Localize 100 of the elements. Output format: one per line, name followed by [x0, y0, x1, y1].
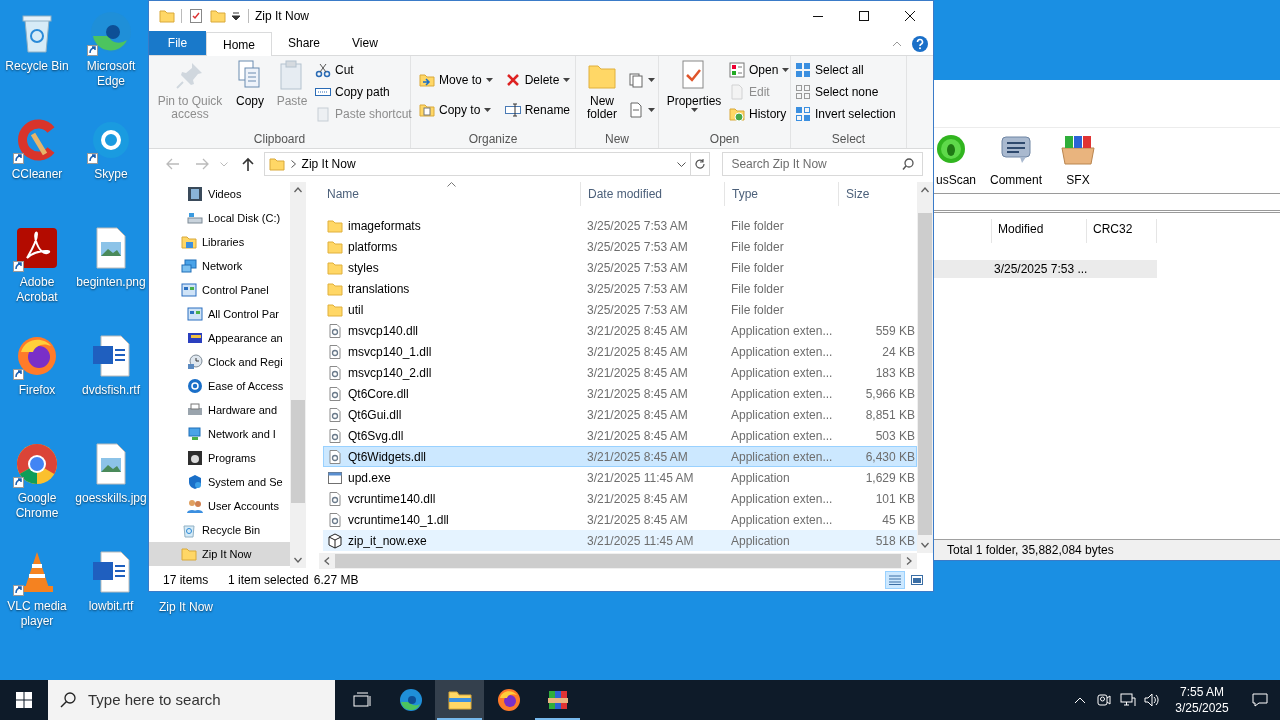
file-row[interactable]: imageformats 3/25/2025 7:53 AM File folder [323, 215, 917, 236]
nav-item[interactable]: Clock and Regi [149, 350, 290, 374]
nav-item[interactable]: Control Panel [149, 278, 290, 302]
column-header[interactable]: Name [319, 182, 581, 206]
file-row[interactable]: Qt6Gui.dll 3/21/2025 8:45 AM Application exten... 8,851 KB [323, 404, 917, 425]
ribbon-button[interactable]: Properties [663, 59, 725, 112]
table-cell-text: 3/21/2025 8:45 AM [586, 364, 689, 382]
file-row[interactable]: msvcp140_2.dll 3/21/2025 8:45 AM Application exten... 183 KB [323, 362, 917, 383]
file-row[interactable]: upd.exe 3/21/2025 11:45 AM Application 1,629 KB [323, 467, 917, 488]
film-icon [187, 186, 203, 202]
ribbon-button[interactable]: Move to [419, 68, 493, 91]
toolbar-button[interactable]: Comment [992, 134, 1040, 189]
file-name: util [348, 301, 364, 319]
nav-item[interactable]: Hardware and [149, 398, 290, 422]
nav-item[interactable]: All Control Par [149, 302, 290, 326]
column-header[interactable]: Type [725, 182, 839, 206]
breadcrumb-link[interactable]: Zip It Now [301, 155, 671, 173]
nav-item[interactable]: Network and I [149, 422, 290, 446]
nav-item[interactable]: Appearance an [149, 326, 290, 350]
ribbon-button[interactable]: Copy path [315, 81, 412, 103]
nav-item[interactable]: Zip It Now [149, 542, 290, 566]
file-row[interactable]: styles 3/25/2025 7:53 AM File folder [323, 257, 917, 278]
ribbon-button[interactable]: New folder [580, 59, 624, 121]
ribbon-button[interactable]: Select none [795, 81, 896, 103]
details-view-button[interactable] [885, 571, 905, 589]
scrollbar[interactable] [319, 553, 917, 569]
gear-file-icon [327, 448, 343, 465]
status-text: 6.27 MB [313, 572, 360, 589]
table-cell-text: Application exten... [730, 511, 834, 529]
file-name: vcruntime140.dll [348, 490, 436, 508]
ribbon-button[interactable]: Select all [795, 59, 896, 81]
address-bar[interactable]: Zip It Now [263, 152, 691, 176]
table-cell-text: Application exten... [730, 385, 834, 403]
file-name: msvcp140_1.dll [348, 343, 432, 361]
clock-button[interactable]: 7:55 AM 3/25/2025 [1164, 684, 1240, 716]
icon-label: Adobe Acrobat [15, 275, 59, 305]
scrollbar-thumb[interactable] [335, 554, 901, 568]
file-name: Qt6Widgets.dll [348, 448, 427, 466]
clock-icon [729, 106, 745, 122]
file-row[interactable]: util 3/25/2025 7:53 AM File folder [323, 299, 917, 320]
column-header[interactable]: Modified [992, 219, 1087, 243]
ribbon-button[interactable]: History [729, 103, 790, 125]
ribbon-button[interactable]: Rename [504, 98, 571, 121]
nav-item[interactable]: User Accounts [149, 494, 290, 518]
toolbar-button[interactable]: SFX [1054, 134, 1102, 189]
file-row[interactable]: zip_it_now.exe 3/21/2025 11:45 AM Application 518 KB [323, 530, 917, 551]
ribbon-tab[interactable]: Share [272, 31, 337, 55]
file-row[interactable]: 3/25/2025 7:53 ... [934, 260, 1157, 278]
file-row[interactable]: vcruntime140.dll 3/21/2025 8:45 AM Application exten... 101 KB [323, 488, 917, 509]
table-cell-text: 3/21/2025 8:45 AM [586, 448, 689, 466]
file-row[interactable]: translations 3/25/2025 7:53 AM File folder [323, 278, 917, 299]
toolbar-button[interactable]: usScan [934, 134, 978, 189]
nav-item[interactable]: Libraries [149, 230, 290, 254]
search-field[interactable]: Type here to search [48, 680, 335, 720]
folder-icon [327, 238, 343, 255]
nav-item[interactable]: Programs [149, 446, 290, 470]
ribbon-button[interactable]: Copy [231, 59, 269, 108]
nav-item[interactable]: Recycle Bin [149, 518, 290, 542]
scrollbar[interactable] [917, 182, 933, 553]
window-title: Zip It Now [255, 8, 310, 25]
scrollbar-thumb[interactable] [918, 213, 932, 535]
monitor-icon [187, 330, 203, 346]
file-row[interactable]: Qt6Svg.dll 3/21/2025 8:45 AM Application exten... 503 KB [323, 425, 917, 446]
cube-icon [327, 532, 343, 549]
table-cell-text: Application exten... [730, 448, 834, 466]
page-icon [628, 101, 644, 118]
nav-item[interactable]: Local Disk (C:) [149, 206, 290, 230]
nav-item[interactable]: Ease of Access [149, 374, 290, 398]
icon-label: CCleaner [10, 167, 64, 182]
ribbon-button[interactable]: Copy to [419, 98, 493, 121]
ribbon-button[interactable]: Open [729, 59, 790, 81]
ribbon-button[interactable]: Invert selection [795, 103, 896, 125]
collapse-ribbon-icon[interactable] [892, 41, 902, 47]
nav-item[interactable]: Videos [149, 182, 290, 206]
help-icon[interactable] [912, 36, 928, 52]
search-field[interactable]: Search Zip It Now [722, 152, 923, 176]
file-row[interactable]: msvcp140_1.dll 3/21/2025 8:45 AM Application exten... 24 KB [323, 341, 917, 362]
taskbar-button[interactable] [435, 680, 484, 720]
file-name: vcruntime140_1.dll [348, 511, 449, 529]
file-row[interactable]: platforms 3/25/2025 7:53 AM File folder [323, 236, 917, 257]
folder-arrow-icon [419, 71, 435, 88]
ribbon-button[interactable]: Cut [315, 59, 412, 81]
file-row[interactable]: vcruntime140_1.dll 3/21/2025 8:45 AM Application exten... 45 KB [323, 509, 917, 530]
search-icon [60, 692, 76, 708]
ribbon-button[interactable]: Delete [504, 68, 571, 91]
scrollbar[interactable] [290, 182, 306, 568]
column-header[interactable]: Date modified [581, 182, 725, 206]
column-header[interactable]: CRC32 [1087, 219, 1157, 243]
file-row[interactable]: msvcp140.dll 3/21/2025 8:45 AM Application exten... 559 KB [323, 320, 917, 341]
column-header[interactable]: Size [839, 182, 913, 206]
refresh-button[interactable] [690, 152, 711, 176]
file-row[interactable]: Qt6Widgets.dll 3/21/2025 8:45 AM Application exten... 6,430 KB [323, 446, 917, 467]
ribbon-tab[interactable]: Home [206, 32, 272, 56]
gear-file-icon [327, 364, 343, 381]
ribbon-tab[interactable]: File [149, 31, 206, 55]
ribbon-tab[interactable]: View [336, 31, 394, 55]
file-row[interactable]: Qt6Core.dll 3/21/2025 8:45 AM Application exten... 5,966 KB [323, 383, 917, 404]
nav-item[interactable]: Network [149, 254, 290, 278]
scrollbar-thumb[interactable] [291, 400, 305, 503]
nav-item[interactable]: System and Se [149, 470, 290, 494]
